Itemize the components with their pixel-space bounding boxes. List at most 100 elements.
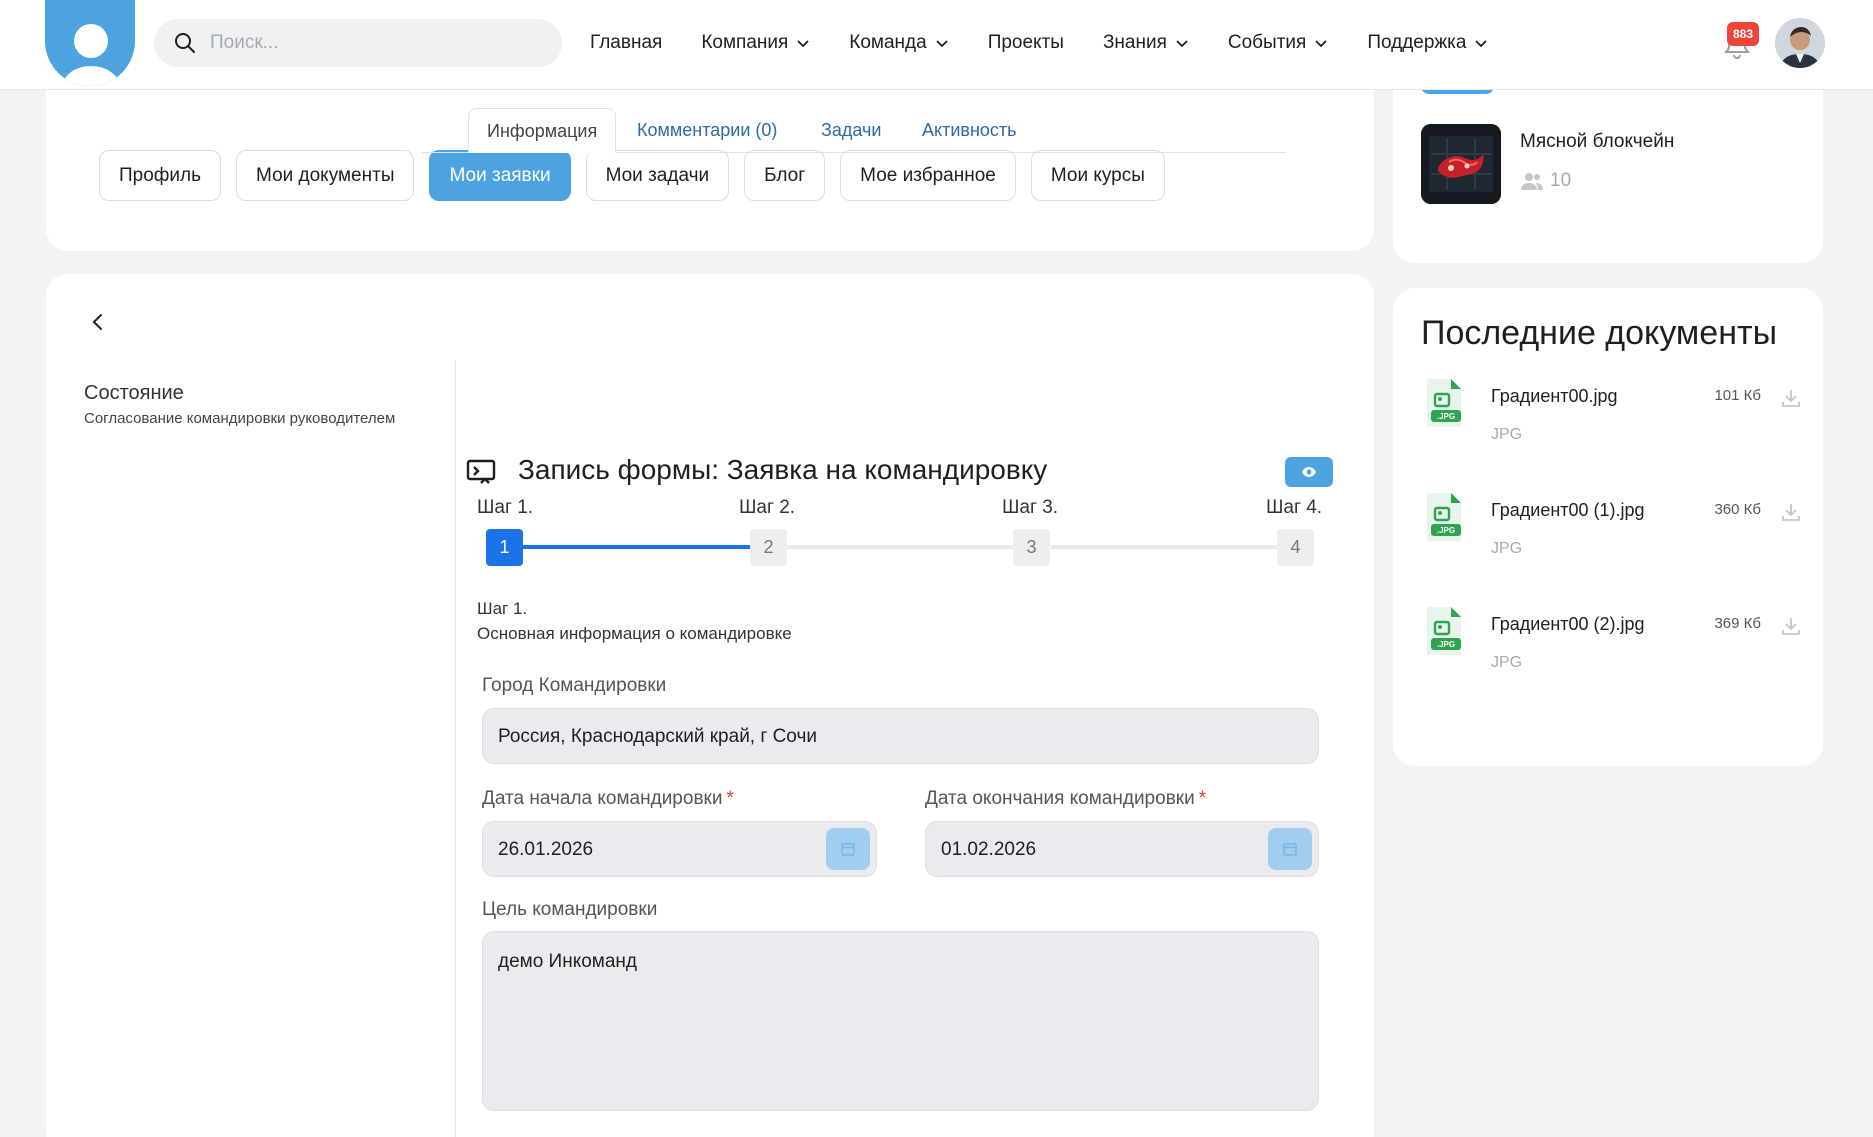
form-title: Запись формы: Заявка на командировку xyxy=(518,454,1048,485)
purpose-value: демо Инкоманд xyxy=(498,951,638,972)
recent-documents-title: Последние документы xyxy=(1421,314,1778,352)
file-ext-label: .JPG xyxy=(1437,412,1455,421)
notification-badge: 883 xyxy=(1727,22,1760,46)
step-3[interactable]: 3 xyxy=(1013,529,1050,566)
step-progress-line xyxy=(523,545,751,549)
purpose-label: Цель командировки xyxy=(482,899,658,920)
tab-my-tasks[interactable]: Мои задачи xyxy=(585,150,730,201)
end-date-value: 01.02.2026 xyxy=(941,839,1037,860)
city-value: Россия, Краснодарский край, г Сочи xyxy=(498,726,817,747)
step-line xyxy=(1051,545,1279,549)
tab-my-courses[interactable]: Мои курсы xyxy=(1030,150,1165,201)
start-date-label-text: Дата начала командировки xyxy=(482,788,723,809)
end-date-label-text: Дата окончания командировки xyxy=(925,788,1195,809)
nav-item-label: Команда xyxy=(849,32,927,53)
nav-item-label: Компания xyxy=(701,32,789,53)
nav-item-label: Главная xyxy=(590,32,663,53)
group-members-count: 10 xyxy=(1550,170,1572,191)
file-ext-label: .JPG xyxy=(1437,526,1455,535)
tab-favorites[interactable]: Мое избранное xyxy=(840,150,1016,201)
tab-information[interactable]: Информация xyxy=(468,108,617,153)
top-bar: Главная Компания Команда Проекты Знания … xyxy=(0,0,1873,90)
jpg-file-icon: .JPG xyxy=(1427,607,1461,655)
nav-item-label: Проекты xyxy=(987,32,1064,53)
tab-blog[interactable]: Блог xyxy=(744,150,826,201)
back-arrow-icon[interactable] xyxy=(86,310,110,334)
document-item[interactable]: .JPG Градиент00 (2).jpg JPG 369 Кб xyxy=(1421,606,1801,686)
chevron-down-icon xyxy=(936,39,948,47)
users-icon xyxy=(1521,173,1543,190)
download-icon[interactable] xyxy=(1781,616,1801,636)
nav-item-label: Поддержка xyxy=(1367,32,1467,53)
download-icon[interactable] xyxy=(1781,502,1801,522)
tab-my-requests[interactable]: Мои заявки xyxy=(429,150,571,201)
step-label-3: Шаг 3. xyxy=(1002,497,1059,518)
step-1[interactable]: 1 xyxy=(486,529,523,566)
search-icon xyxy=(175,33,195,53)
start-date-value: 26.01.2026 xyxy=(498,839,594,860)
document-type: JPG xyxy=(1491,654,1523,671)
nav-item-home[interactable]: Главная xyxy=(590,32,662,54)
chevron-down-icon xyxy=(797,39,809,47)
group-members: 10 xyxy=(1520,170,1571,192)
eye-icon xyxy=(1302,467,1316,477)
nav-item-events[interactable]: События xyxy=(1228,32,1328,54)
divider xyxy=(455,360,456,1137)
group-image[interactable] xyxy=(1421,124,1501,204)
document-size: 369 Кб xyxy=(1714,615,1761,632)
step-line xyxy=(787,545,1015,549)
tab-activity[interactable]: Активность xyxy=(922,108,1017,153)
document-size: 360 Кб xyxy=(1714,501,1761,518)
download-icon[interactable] xyxy=(1781,388,1801,408)
start-date-label: Дата начала командировки * xyxy=(482,788,734,810)
chevron-down-icon xyxy=(1176,39,1188,47)
step-label-1: Шаг 1. xyxy=(477,497,534,518)
profile-tabs: Профиль Мои документы Мои заявки Мои зад… xyxy=(99,150,1180,201)
nav-item-support[interactable]: Поддержка xyxy=(1367,32,1488,54)
chevron-down-icon xyxy=(1315,39,1327,47)
current-step-description: Основная информация о командировке xyxy=(477,624,792,643)
state-value: Согласование командировки руководителем xyxy=(84,410,396,427)
end-date-field[interactable]: 01.02.2026 xyxy=(925,821,1319,877)
tab-comments[interactable]: Комментарии (0) xyxy=(637,108,777,153)
calendar-icon xyxy=(1283,843,1297,856)
start-date-field[interactable]: 26.01.2026 xyxy=(482,821,877,877)
profile-tabs-card: Профиль Мои документы Мои заявки Мои зад… xyxy=(46,70,1374,251)
end-date-label: Дата окончания командировки * xyxy=(925,788,1206,810)
step-2[interactable]: 2 xyxy=(750,529,787,566)
document-name[interactable]: Градиент00 (2).jpg xyxy=(1491,614,1645,635)
search-box[interactable] xyxy=(154,19,562,67)
nav-item-label: Знания xyxy=(1102,32,1167,53)
file-ext-label: .JPG xyxy=(1437,640,1455,649)
document-name[interactable]: Градиент00 (1).jpg xyxy=(1491,500,1645,521)
city-label: Город Командировки xyxy=(482,675,667,696)
calendar-button[interactable] xyxy=(826,828,870,870)
document-item[interactable]: .JPG Градиент00.jpg JPG 101 Кб xyxy=(1421,378,1801,458)
avatar[interactable] xyxy=(1775,18,1825,68)
nav-item-projects[interactable]: Проекты xyxy=(988,32,1064,54)
step-4[interactable]: 4 xyxy=(1277,529,1314,566)
tab-my-documents[interactable]: Мои документы xyxy=(236,150,415,201)
jpg-file-icon: .JPG xyxy=(1427,379,1461,427)
document-name[interactable]: Градиент00.jpg xyxy=(1491,386,1618,407)
nav-item-company[interactable]: Компания xyxy=(701,32,810,54)
required-mark: * xyxy=(726,788,734,809)
form-record-icon xyxy=(466,459,496,484)
nav-item-knowledge[interactable]: Знания xyxy=(1103,32,1189,54)
calendar-button[interactable] xyxy=(1268,828,1312,870)
group-name[interactable]: Мясной блокчейн xyxy=(1520,131,1674,153)
document-item[interactable]: .JPG Градиент00 (1).jpg JPG 360 Кб xyxy=(1421,492,1801,572)
calendar-icon xyxy=(841,843,855,856)
tab-profile[interactable]: Профиль xyxy=(99,150,222,201)
city-field[interactable]: Россия, Краснодарский край, г Сочи xyxy=(482,708,1319,764)
required-mark: * xyxy=(1198,788,1207,809)
purpose-textarea[interactable]: демо Инкоманд xyxy=(482,931,1319,1111)
search-input[interactable] xyxy=(210,19,540,67)
document-size: 101 Кб xyxy=(1714,387,1761,404)
tab-tasks[interactable]: Задачи xyxy=(821,108,881,153)
nav-item-team[interactable]: Команда xyxy=(849,32,948,54)
current-step-name: Шаг 1. xyxy=(477,599,528,618)
view-button[interactable] xyxy=(1285,457,1333,487)
logo-icon[interactable] xyxy=(45,0,135,86)
document-type: JPG xyxy=(1491,426,1523,443)
